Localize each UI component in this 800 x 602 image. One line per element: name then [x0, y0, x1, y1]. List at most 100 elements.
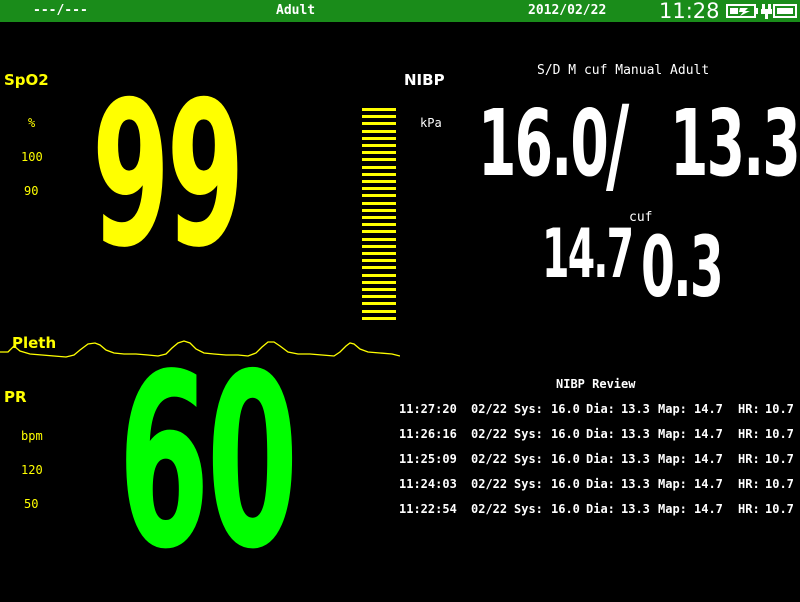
review-sys: 16.0: [551, 452, 580, 466]
review-map: 14.7: [694, 402, 723, 416]
review-date: 02/22: [471, 427, 508, 441]
perfusion-segment: [362, 244, 396, 248]
spo2-value: 99: [92, 59, 245, 292]
perfusion-segment: [362, 180, 396, 183]
perfusion-segment: [362, 316, 396, 320]
perfusion-segment: [362, 216, 396, 219]
review-dia: 13.3: [621, 427, 650, 441]
nibp-mean: 14.7: [542, 215, 634, 294]
review-time: 11:22:54: [399, 502, 457, 516]
spo2-label[interactable]: SpO2: [4, 71, 49, 89]
perfusion-segment: [362, 165, 396, 169]
review-hr: 10.7: [765, 427, 794, 441]
review-date: 02/22: [471, 402, 508, 416]
nibp-separator: /: [606, 83, 629, 206]
review-time: 11:24:03: [399, 477, 457, 491]
review-dia: 13.3: [621, 402, 650, 416]
perfusion-bar: [362, 108, 396, 324]
review-dia: 13.3: [621, 477, 650, 491]
perfusion-segment: [362, 252, 396, 255]
perfusion-segment: [362, 266, 396, 270]
review-dia: 13.3: [621, 502, 650, 516]
review-dia-label: Dia:: [586, 427, 615, 441]
review-date: 02/22: [471, 452, 508, 466]
pr-alarm-low: 50: [24, 497, 39, 511]
review-sys: 16.0: [551, 477, 580, 491]
perfusion-segment: [362, 201, 396, 205]
perfusion-segment: [362, 151, 396, 155]
review-map-label: Map:: [658, 502, 687, 516]
perfusion-segment: [362, 208, 396, 212]
pr-label[interactable]: PR: [4, 388, 27, 406]
perfusion-segment: [362, 288, 396, 291]
nibp-diastolic: 13.3: [670, 90, 800, 197]
review-hr-label: HR:: [738, 427, 760, 441]
perfusion-segment: [362, 259, 396, 263]
review-time: 11:25:09: [399, 452, 457, 466]
battery-icon: [726, 4, 758, 18]
review-map-label: Map:: [658, 477, 687, 491]
review-hr: 10.7: [765, 502, 794, 516]
perfusion-segment: [362, 172, 396, 176]
patient-type[interactable]: Adult: [276, 3, 315, 19]
perfusion-segment: [362, 280, 396, 284]
nibp-mode: S/D M cuf Manual Adult: [537, 63, 710, 78]
review-map-label: Map:: [658, 452, 687, 466]
status-bar: ---/--- Adult 2012/02/22 11:28: [0, 0, 800, 22]
pr-alarm-high: 120: [21, 463, 43, 477]
review-sys-label: Sys:: [514, 452, 543, 466]
review-time: 11:27:20: [399, 402, 457, 416]
perfusion-segment: [362, 108, 396, 111]
nibp-systolic: 16.0: [478, 90, 609, 197]
nibp-label[interactable]: NIBP: [404, 71, 445, 89]
review-sys-label: Sys:: [514, 502, 543, 516]
perfusion-segment: [362, 136, 396, 140]
perfusion-segment: [362, 129, 396, 133]
review-dia-label: Dia:: [586, 402, 615, 416]
perfusion-segment: [362, 230, 396, 234]
perfusion-segment: [362, 194, 396, 198]
review-sys: 16.0: [551, 502, 580, 516]
review-date: 02/22: [471, 502, 508, 516]
pr-unit: bpm: [21, 429, 43, 443]
review-dia: 13.3: [621, 452, 650, 466]
cuff-pressure: 0.3: [641, 218, 724, 316]
perfusion-segment: [362, 158, 396, 162]
spo2-alarm-high: 100: [21, 150, 43, 164]
perfusion-segment: [362, 302, 396, 306]
review-dia-label: Dia:: [586, 477, 615, 491]
bed-number[interactable]: ---/---: [33, 3, 88, 19]
perfusion-segment: [362, 115, 396, 119]
review-dia-label: Dia:: [586, 502, 615, 516]
review-hr: 10.7: [765, 452, 794, 466]
review-hr: 10.7: [765, 477, 794, 491]
review-hr: 10.7: [765, 402, 794, 416]
perfusion-segment: [362, 309, 396, 313]
review-sys: 16.0: [551, 427, 580, 441]
nibp-review-title: NIBP Review: [556, 377, 636, 391]
review-map-label: Map:: [658, 402, 687, 416]
perfusion-segment: [362, 122, 396, 126]
review-hr-label: HR:: [738, 477, 760, 491]
review-time: 11:26:16: [399, 427, 457, 441]
nibp-unit: kPa: [420, 116, 442, 130]
perfusion-segment: [362, 295, 396, 299]
review-sys-label: Sys:: [514, 477, 543, 491]
review-hr-label: HR:: [738, 452, 760, 466]
review-map: 14.7: [694, 502, 723, 516]
review-sys-label: Sys:: [514, 427, 543, 441]
perfusion-segment: [362, 223, 396, 227]
review-dia-label: Dia:: [586, 452, 615, 466]
review-map: 14.7: [694, 452, 723, 466]
perfusion-segment: [362, 144, 396, 147]
perfusion-segment: [362, 273, 396, 277]
review-map: 14.7: [694, 477, 723, 491]
perfusion-segment: [362, 237, 396, 241]
review-sys-label: Sys:: [514, 402, 543, 416]
review-map-label: Map:: [658, 427, 687, 441]
review-map: 14.7: [694, 427, 723, 441]
perfusion-segment: [362, 187, 396, 191]
review-sys: 16.0: [551, 402, 580, 416]
time-display: 11:28: [659, 0, 720, 23]
nibp-review-list: 11:27:20 02/22 Sys: 16.0 Dia: 13.3 Map: …: [399, 400, 799, 530]
